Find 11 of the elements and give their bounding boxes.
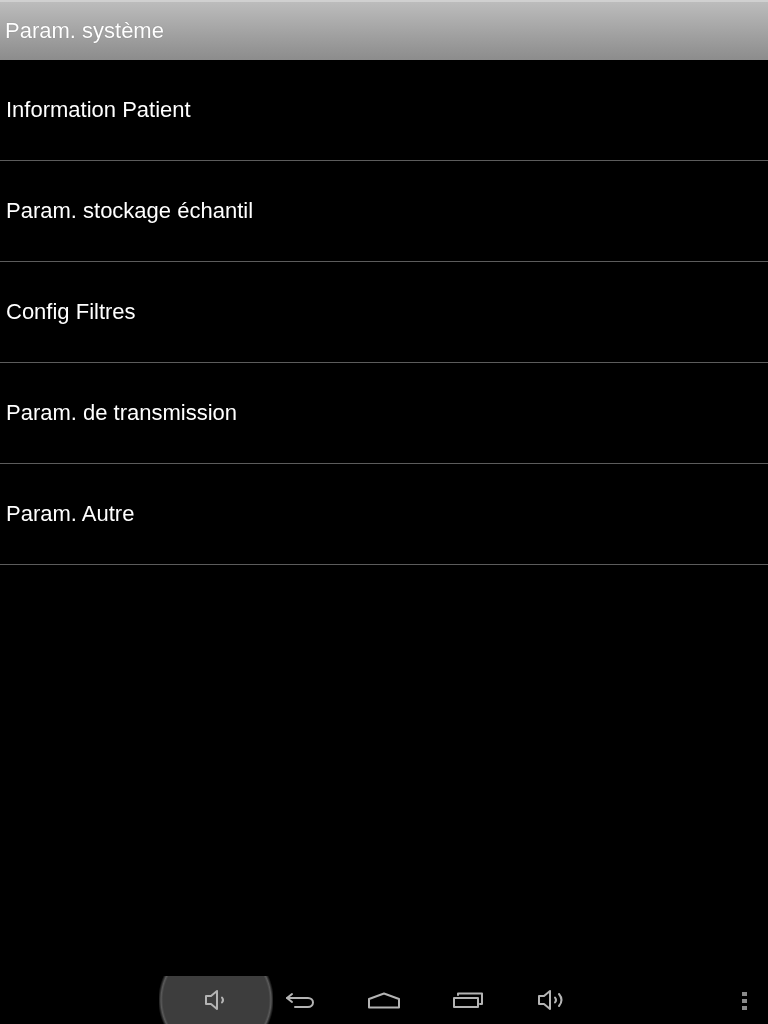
home-icon <box>367 991 401 1009</box>
back-icon <box>285 992 315 1008</box>
title-text: Param. système <box>5 20 164 42</box>
recent-apps-icon <box>452 992 484 1008</box>
menu-item[interactable]: Param. de transmission <box>0 363 768 464</box>
menu-item[interactable]: Param. Autre <box>0 464 768 565</box>
menu-item[interactable]: Information Patient <box>0 60 768 161</box>
menu-item[interactable]: Config Filtres <box>0 262 768 363</box>
volume-down-button[interactable] <box>159 976 273 1024</box>
menu-item[interactable]: Param. stockage échantil <box>0 161 768 262</box>
menu-icon <box>741 992 747 1010</box>
